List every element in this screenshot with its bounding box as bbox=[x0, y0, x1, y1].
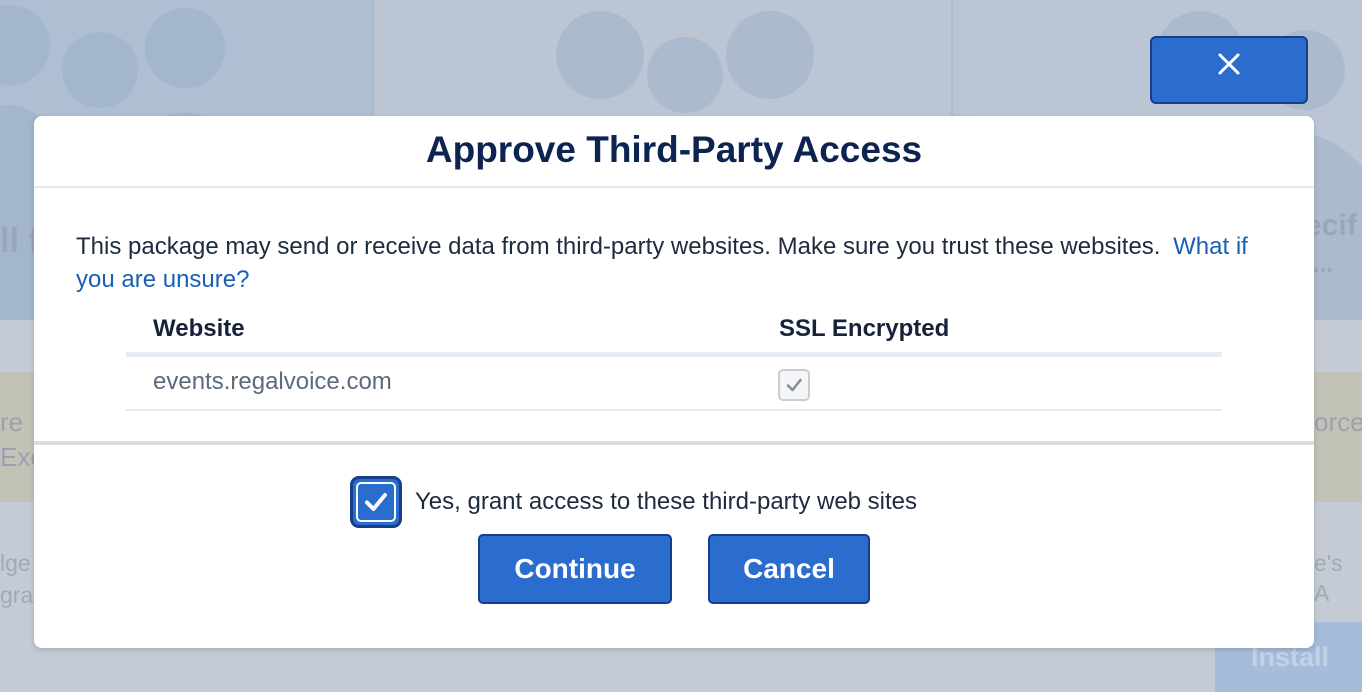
continue-button[interactable]: Continue bbox=[478, 534, 672, 604]
dialog-description: This package may send or receive data fr… bbox=[76, 230, 1256, 296]
cancel-button[interactable]: Cancel bbox=[708, 534, 870, 604]
table-header-row: Website SSL Encrypted bbox=[126, 312, 1222, 357]
websites-table: Website SSL Encrypted events.regalvoice.… bbox=[126, 312, 1222, 411]
grant-access-label: Yes, grant access to these third-party w… bbox=[415, 488, 918, 515]
dialog-header: Approve Third-Party Access bbox=[34, 116, 1314, 188]
dialog-title: Approve Third-Party Access bbox=[425, 129, 923, 170]
description-text: This package may send or receive data fr… bbox=[76, 233, 1161, 260]
close-button[interactable] bbox=[1150, 36, 1308, 104]
dialog-body: This package may send or receive data fr… bbox=[34, 188, 1314, 440]
grant-access-checkbox[interactable] bbox=[350, 476, 402, 528]
ssl-encrypted-checkbox bbox=[778, 369, 810, 401]
close-icon bbox=[1218, 53, 1240, 75]
column-header-website: Website bbox=[153, 315, 245, 342]
grant-access-option[interactable]: Yes, grant access to these third-party w… bbox=[350, 476, 917, 528]
checkbox-inner bbox=[356, 482, 396, 522]
approve-access-dialog: Approve Third-Party Access This package … bbox=[34, 116, 1314, 648]
column-header-ssl: SSL Encrypted bbox=[779, 315, 950, 342]
checkmark-icon bbox=[786, 378, 802, 392]
dialog-divider bbox=[34, 441, 1314, 445]
checkmark-icon bbox=[365, 493, 387, 511]
table-row: events.regalvoice.com bbox=[126, 357, 1222, 411]
website-cell: events.regalvoice.com bbox=[153, 368, 392, 395]
